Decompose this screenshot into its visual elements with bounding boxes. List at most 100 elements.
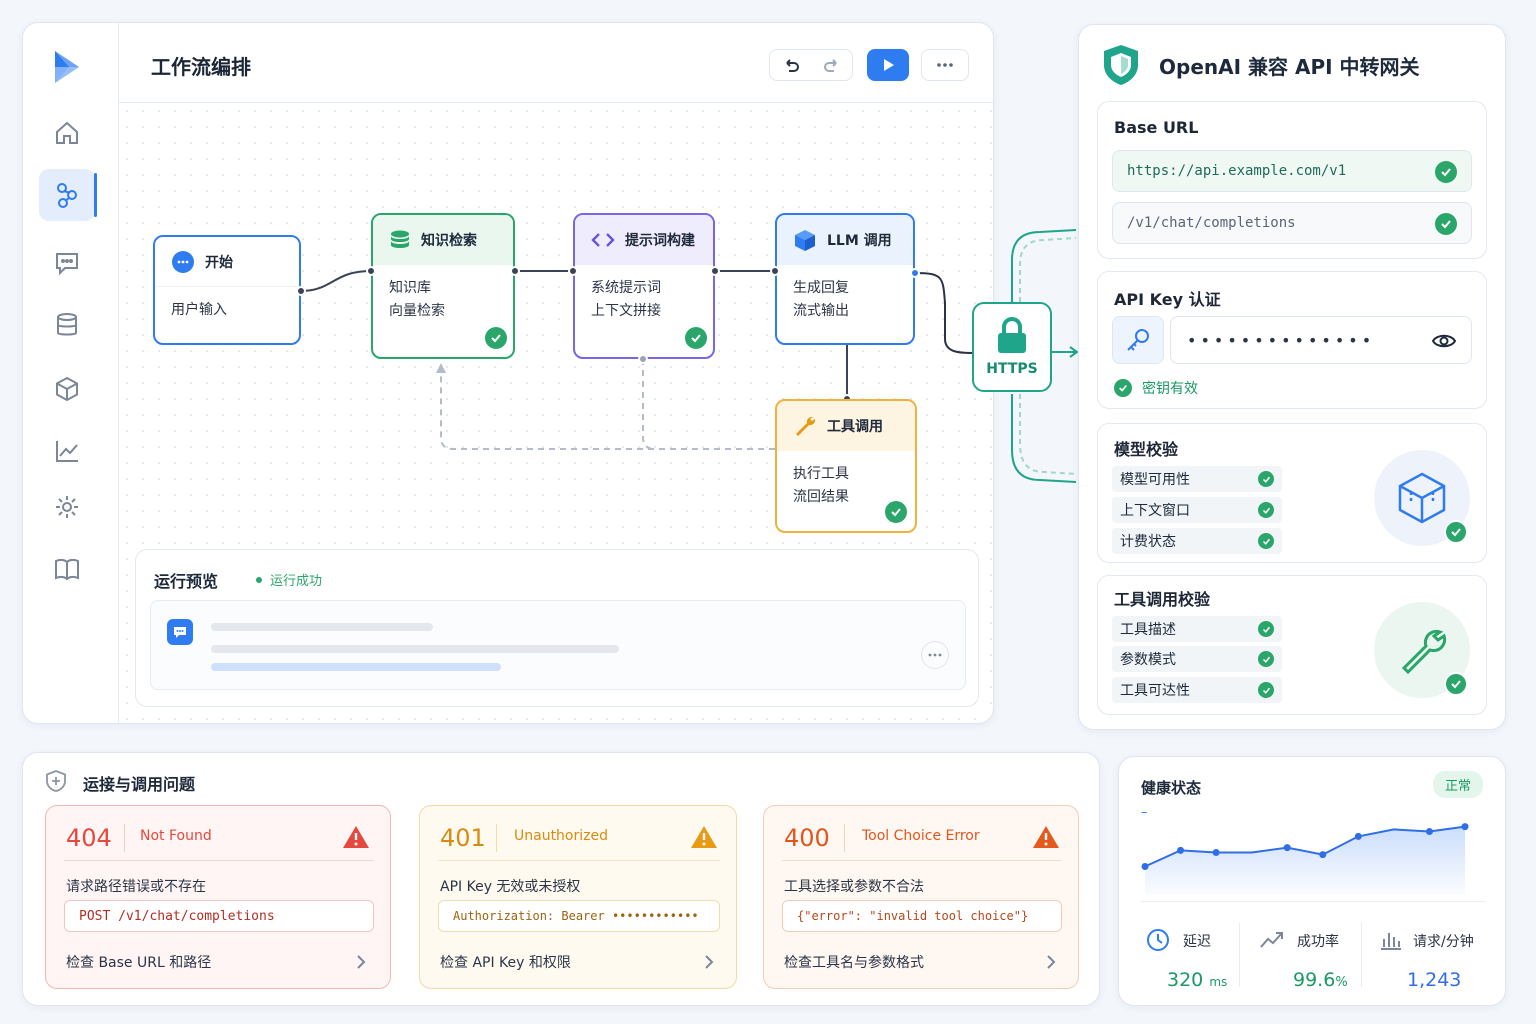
connection-issues-panel: 运接与调用问题 404 Not Found 请求路径错误或不存在 POST /v… [22, 752, 1100, 1006]
model-check-item: 计费状态 [1112, 528, 1282, 554]
trend-point [1354, 832, 1362, 840]
trend-point [1177, 846, 1185, 854]
chevron-right-icon[interactable] [356, 954, 366, 970]
api-gateway-panel: OpenAI 兼容 API 中转网关 Base URL https://api.… [1078, 24, 1506, 730]
error-card-401[interactable]: 401 Unauthorized API Key 无效或未授权 Authoriz… [419, 805, 737, 989]
trend-point [1283, 844, 1291, 852]
health-status-panel: 健康状态 正常 – 延迟 320 ms 成功率 99.6% 请求/分钟 1,24… [1118, 756, 1506, 1006]
check-icon [685, 327, 707, 349]
check-icon [1258, 651, 1274, 667]
node-knowledge-header: 知识检索 [373, 215, 513, 265]
error-description: API Key 无效或未授权 [440, 879, 581, 895]
node-prompt-title: 提示词构建 [625, 233, 695, 249]
status-dot-icon [256, 576, 262, 583]
node-start[interactable]: 开始 用户输入 [153, 235, 301, 345]
trend-up-icon [1260, 932, 1283, 948]
bar-chart-icon [1381, 933, 1401, 950]
tool-check-section: 工具调用校验 工具描述 参数模式 工具可达性 [1097, 575, 1487, 715]
lock-icon [998, 317, 1026, 353]
metric-value: 1,243 [1407, 969, 1462, 991]
node-tool[interactable]: 工具调用 执行工具 流回结果 [775, 399, 917, 533]
divider [1361, 923, 1362, 987]
divider [1141, 901, 1485, 902]
key-button[interactable] [1112, 316, 1164, 364]
model-check-label: 计费状态 [1120, 534, 1176, 550]
node-prompt-header: 提示词构建 [575, 215, 713, 265]
error-code: 401 [440, 824, 486, 852]
assistant-icon [167, 619, 193, 645]
divider [782, 860, 1062, 861]
port-llm-out[interactable] [910, 268, 920, 278]
port-start-out[interactable] [296, 286, 306, 296]
node-prompt[interactable]: 提示词构建 系统提示词 上下文拼接 [573, 213, 715, 359]
check-icon [1444, 672, 1468, 696]
node-knowledge-title: 知识检索 [421, 233, 477, 249]
node-llm-body: 生成回复 流式输出 [777, 265, 913, 335]
check-icon [1435, 161, 1457, 183]
eye-icon[interactable] [1431, 332, 1457, 350]
error-action: 检查工具名与参数格式 [784, 955, 924, 971]
trend-point [1461, 823, 1469, 831]
api-key-status: 密钥有效 [1114, 378, 1198, 398]
check-icon [485, 327, 507, 349]
node-knowledge-line: 知识库 [389, 280, 431, 296]
divider [438, 860, 720, 861]
node-prompt-line: 系统提示词 [591, 280, 661, 296]
api-key-title: API Key 认证 [1114, 290, 1221, 309]
divider [1239, 923, 1240, 987]
port-prompt-bottom[interactable] [638, 354, 648, 364]
preview-more-button[interactable] [921, 641, 949, 669]
preview-title: 运行预览 [154, 572, 219, 591]
port-llm-in[interactable] [770, 266, 780, 276]
run-preview-panel: 运行预览 运行成功 [135, 549, 979, 707]
node-start-header: 开始 [155, 237, 299, 287]
path-field[interactable]: /v1/chat/completions [1112, 202, 1472, 244]
node-knowledge[interactable]: 知识检索 知识库 向量检索 [371, 213, 515, 359]
metric-label: 成功率 [1297, 934, 1339, 950]
chevron-right-icon[interactable] [1046, 954, 1056, 970]
port-prompt-out[interactable] [710, 266, 720, 276]
metric-label: 延迟 [1183, 934, 1211, 950]
check-icon [1444, 520, 1468, 544]
metric-unit: ms [1209, 975, 1228, 989]
preview-status-text: 运行成功 [270, 574, 323, 589]
tool-check-label: 工具描述 [1120, 622, 1176, 638]
error-card-400[interactable]: 400 Tool Choice Error 工具选择或参数不合法 {"error… [763, 805, 1079, 989]
tool-check-label: 参数模式 [1120, 652, 1176, 668]
gateway-title: OpenAI 兼容 API 中转网关 [1159, 55, 1420, 79]
base-url-title: Base URL [1114, 118, 1199, 137]
divider [64, 860, 374, 861]
skeleton-line [211, 663, 501, 671]
error-action: 检查 API Key 和权限 [440, 955, 571, 971]
warning-icon [1033, 826, 1059, 848]
tool-check-item: 工具描述 [1112, 616, 1282, 642]
clock-icon [1147, 929, 1169, 951]
error-card-404[interactable]: 404 Not Found 请求路径错误或不存在 POST /v1/chat/c… [45, 805, 391, 989]
trend-point [1425, 828, 1433, 835]
path-value: /v1/chat/completions [1127, 215, 1296, 231]
port-prompt-in[interactable] [568, 266, 578, 276]
key-icon [1127, 329, 1149, 351]
database-icon [391, 230, 409, 248]
health-title: 健康状态 [1141, 779, 1202, 797]
warning-icon [691, 826, 717, 848]
api-key-input[interactable]: •••••••••••••• [1170, 316, 1472, 364]
trend-area [1145, 826, 1465, 895]
tool-check-title: 工具调用校验 [1114, 590, 1211, 609]
workflow-editor: 工作流编排 开始 用户输入 知识检索 知识库 向量检索 提示词构建 系统提示词 … [22, 22, 994, 724]
node-llm[interactable]: LLM 调用 生成回复 流式输出 [775, 213, 915, 345]
chevron-right-icon[interactable] [704, 954, 714, 970]
base-url-field[interactable]: https://api.example.com/v1 [1112, 150, 1472, 192]
status-badge: 正常 [1433, 771, 1484, 798]
port-knowledge-out[interactable] [510, 266, 520, 276]
node-tool-header: 工具调用 [777, 401, 915, 451]
error-code: 400 [784, 824, 830, 852]
model-check-section: 模型校验 模型可用性 上下文窗口 计费状态 [1097, 423, 1487, 563]
model-check-item: 上下文窗口 [1112, 497, 1282, 523]
check-icon [1258, 621, 1274, 637]
trend-point [1141, 863, 1149, 870]
base-url-section: Base URL https://api.example.com/v1 /v1/… [1097, 101, 1487, 259]
node-llm-line: 流式输出 [793, 303, 849, 319]
https-gate: HTTPS [972, 302, 1052, 392]
port-knowledge-in[interactable] [366, 266, 376, 276]
